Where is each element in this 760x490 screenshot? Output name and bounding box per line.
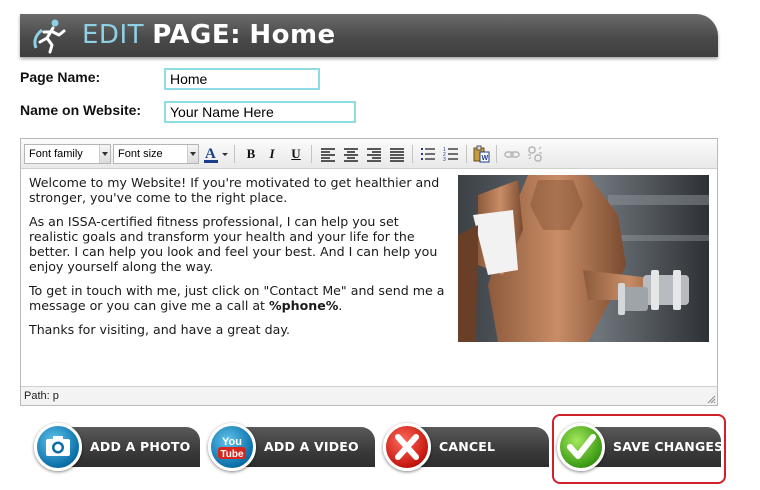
link-icon[interactable] [503,145,521,163]
align-left-icon[interactable] [319,145,337,163]
add-photo-button[interactable]: ADD A PHOTO [34,423,200,471]
toolbar-separator [466,145,467,163]
fitness-photo[interactable] [458,175,709,342]
page-name-label: Page Name: [20,69,101,85]
svg-text:W: W [482,155,489,162]
editor-status-path: Path: p [21,386,717,405]
content-paragraph: As an ISSA-certified fitness professiona… [29,214,438,274]
italic-button[interactable]: I [263,145,281,163]
paste-from-word-icon[interactable]: W [472,145,490,163]
add-photo-label: ADD A PHOTO [90,439,191,454]
text-color-button[interactable]: A [203,145,229,163]
font-size-select[interactable]: Font size [113,144,199,164]
underline-button[interactable]: U [287,145,305,163]
rich-text-editor: Font family Font size A B I U 1 2 3 W We… [20,138,718,406]
content-paragraph: To get in touch with me, just click on "… [29,283,445,313]
page-header: EDIT PAGE: Home [20,14,718,57]
cancel-button[interactable]: CANCEL [383,423,549,471]
chevron-down-icon [187,145,198,163]
svg-text:A: A [205,146,216,162]
font-family-select[interactable]: Font family [24,144,111,164]
unlink-icon[interactable] [526,145,544,163]
save-changes-label: SAVE CHANGES [613,439,724,454]
text-color-icon: A [204,146,228,163]
resize-grip-icon[interactable] [706,394,716,404]
youtube-icon: You Tube [218,436,246,460]
svg-text:3: 3 [443,157,446,163]
running-man-icon [33,19,66,54]
editor-toolbar: Font family Font size A B I U 1 2 3 W [21,139,717,169]
website-name-input[interactable] [164,101,356,123]
camera-icon [46,436,70,456]
page-name-input[interactable] [164,68,320,90]
toolbar-separator [496,145,497,163]
phone-placeholder: %phone% [269,298,339,313]
align-center-icon[interactable] [342,145,360,163]
bold-button[interactable]: B [242,145,260,163]
svg-text:Tube: Tube [220,449,244,460]
add-video-label: ADD A VIDEO [264,439,359,454]
add-video-button[interactable]: You Tube ADD A VIDEO [208,423,375,471]
page-title: EDIT PAGE: Home [82,20,336,50]
toolbar-separator [311,145,312,163]
page-title-name: Home [249,20,336,50]
save-changes-button[interactable]: SAVE CHANGES [557,423,724,471]
toolbar-separator [234,145,235,163]
svg-text:You: You [222,436,242,448]
align-justify-icon[interactable] [388,145,406,163]
bullet-list-icon[interactable] [419,145,437,163]
content-paragraph: Thanks for visiting, and have a great da… [29,322,290,337]
chevron-down-icon [99,145,110,163]
editor-content[interactable]: Welcome to my Website! If you're motivat… [29,175,449,346]
content-paragraph: Welcome to my Website! If you're motivat… [29,175,440,205]
align-right-icon[interactable] [365,145,383,163]
close-icon [395,434,419,460]
numbered-list-icon[interactable]: 1 2 3 [442,145,460,163]
checkmark-icon [567,434,596,459]
toolbar-separator [412,145,413,163]
website-name-label: Name on Website: [20,102,142,118]
cancel-label: CANCEL [439,439,496,454]
